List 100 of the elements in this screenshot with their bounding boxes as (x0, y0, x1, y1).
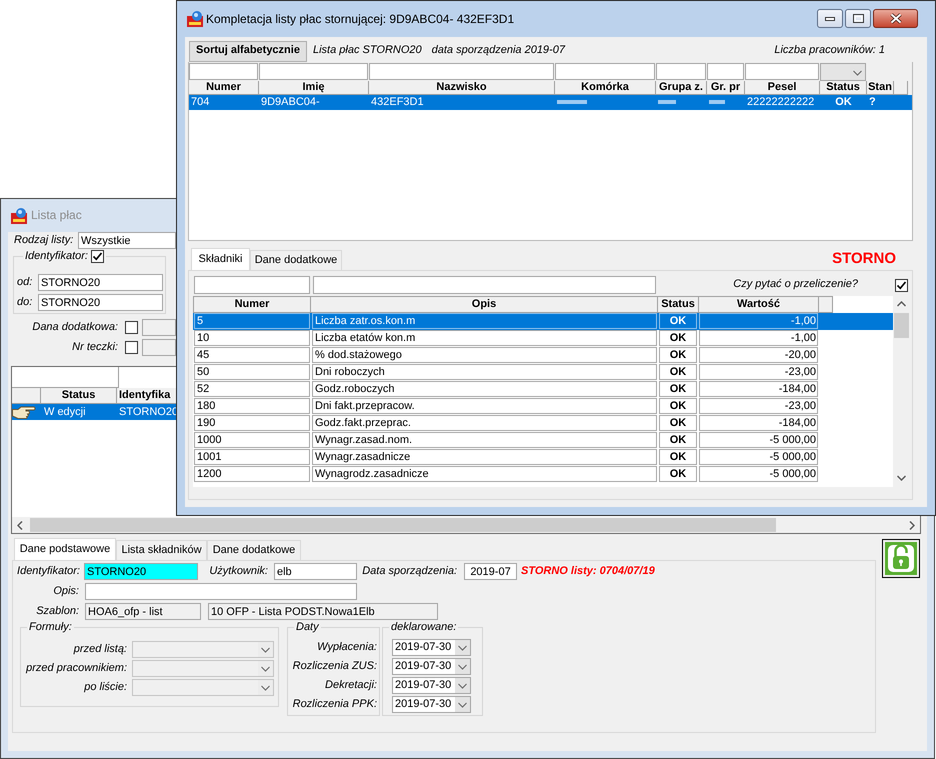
table-row[interactable]: 10 Liczba etatów kon.m OK -1,00 (193, 330, 893, 347)
minimize-icon (825, 16, 835, 20)
dropdown-field[interactable] (820, 63, 866, 81)
table-cell: OK (659, 432, 697, 448)
employee-count: Liczba pracowników: 1 (774, 44, 885, 58)
chevron-down-icon (897, 475, 906, 481)
close-button[interactable] (873, 9, 918, 28)
field-label: Identyfikator: (16, 564, 81, 578)
input-field[interactable]: 2019-07 (464, 563, 517, 580)
column-header[interactable]: Status (41, 388, 117, 404)
checkbox[interactable] (90, 250, 104, 262)
filter-field[interactable] (555, 63, 655, 80)
blurred-text (557, 100, 587, 104)
checkbox[interactable] (895, 278, 908, 292)
table-cell: -184,00 (699, 381, 818, 397)
filter-field[interactable] (194, 276, 310, 294)
group-label: Daty (296, 620, 319, 634)
checkbox[interactable] (125, 321, 138, 334)
filter-field[interactable] (313, 276, 656, 294)
input-field[interactable] (85, 583, 357, 600)
scrollbar-thumb[interactable] (894, 313, 909, 338)
table-cell: 190 (194, 415, 310, 431)
filter-field[interactable] (707, 63, 744, 80)
group-label: deklarowane: (391, 620, 456, 634)
table-row[interactable]: 1000 Wynagr.zasad.nom. OK -5 000,00 (193, 432, 893, 449)
table-cell: -20,00 (699, 347, 818, 363)
table-row[interactable]: 50 Dni roboczych OK -23,00 (193, 364, 893, 381)
column-header[interactable]: Identyfika (117, 388, 176, 404)
table-cell: Godz.fakt.przeprac. (312, 415, 657, 431)
checkbox-label: Czy pytać o przeliczenie? (733, 278, 858, 292)
lock-button[interactable] (882, 539, 920, 578)
chevron-down-icon (455, 697, 470, 712)
column-header[interactable]: Status (658, 296, 699, 313)
table-cell-text: 22222222222 (746, 95, 816, 110)
chevron-down-icon (455, 678, 470, 693)
table-row[interactable]: 1001 Wynagr.zasadnicze OK -5 000,00 (193, 449, 893, 466)
table-cell: Wynagrodz.zasadnicze (312, 466, 657, 482)
input-field[interactable] (142, 339, 176, 356)
chevron-down-icon (455, 640, 470, 655)
storno-note: STORNO listy: 0704/07/19 (521, 564, 655, 578)
table-cell: -5 000,00 (699, 466, 818, 482)
table-row[interactable]: W edycji STORNO20 (12, 404, 176, 420)
table-row[interactable]: 5 Liczba zatr.os.kon.m OK -1,00 (193, 313, 893, 330)
dropdown-field[interactable]: 2019-07-30 (392, 696, 471, 713)
table-cell: OK (659, 381, 697, 397)
input-field[interactable]: elb (274, 563, 357, 580)
table-cell: -5 000,00 (699, 432, 818, 448)
chevron-right-icon (909, 520, 915, 530)
table-row[interactable]: 52 Godz.roboczych OK -184,00 (193, 381, 893, 398)
horizontal-scrollbar[interactable] (12, 517, 920, 533)
field-label: Użytkownik: (208, 564, 268, 578)
filter-field[interactable] (259, 63, 368, 80)
field-label: Rodzaj listy: (14, 234, 74, 248)
close-icon (890, 13, 902, 24)
table-row[interactable]: 704 9D9ABC04- 432EF3D1 22222222222 OK ? (189, 95, 912, 110)
input-field[interactable] (142, 319, 176, 336)
dropdown-field[interactable]: 2019-07-30 (392, 677, 471, 694)
table-row[interactable]: 180 Dni fakt.przepracow. OK -23,00 (193, 398, 893, 415)
input-field[interactable]: STORNO20 (38, 294, 163, 311)
field-label: Opis: (52, 584, 80, 598)
filter-field[interactable] (369, 63, 554, 80)
maximize-button[interactable] (845, 9, 871, 28)
group-label: Identyfikator: (25, 249, 88, 263)
input-field[interactable]: STORNO20 (84, 563, 198, 580)
table-cell: 1001 (194, 449, 310, 465)
table-cell: Liczba zatr.os.kon.m (312, 313, 657, 329)
table-cell: Godz.roboczych (312, 381, 657, 397)
column-header[interactable]: Wartość (699, 296, 819, 313)
table-cell-text: STORNO20 (118, 405, 176, 420)
tab[interactable]: Dane podstawowe (14, 538, 116, 560)
blurred-text (658, 100, 676, 104)
table-cell: OK (659, 449, 697, 465)
column-header[interactable]: Numer (193, 296, 311, 313)
checkbox[interactable] (125, 341, 138, 354)
field-label: przed listą: (72, 642, 127, 656)
table-cell: Dni roboczych (312, 364, 657, 380)
tab[interactable]: Składniki (191, 248, 250, 270)
field-label: Dana dodatkowa: (31, 320, 118, 334)
input-field[interactable]: STORNO20 (38, 274, 163, 291)
table-row[interactable]: 190 Godz.fakt.przeprac. OK -184,00 (193, 415, 893, 432)
table-cell: Liczba etatów kon.m (312, 330, 657, 346)
input-field[interactable]: 10 OFP - Lista PODST.Nowa1Elb (208, 603, 438, 620)
filter-field[interactable] (656, 63, 706, 80)
sort-button[interactable]: Sortuj alfabetycznie (189, 40, 307, 62)
column-header[interactable]: Opis (311, 296, 658, 313)
filter-field[interactable] (189, 63, 258, 80)
input-field[interactable]: HOA6_ofp - list (85, 603, 201, 620)
window-title: Kompletacja listy płac stornującej: 9D9ABC04- 432EF3D1 (206, 12, 514, 26)
scrollbar-thumb[interactable] (30, 518, 776, 532)
table-row[interactable]: 45 % dod.stażowego OK -20,00 (193, 347, 893, 364)
filter-field[interactable] (745, 63, 819, 80)
app-icon (11, 208, 27, 224)
tab[interactable]: Dane dodatkowe (250, 250, 342, 270)
minimize-button[interactable] (817, 9, 843, 28)
table-row[interactable]: 1200 Wynagrodz.zasadnicze OK -5 000,00 (193, 466, 893, 483)
tab[interactable]: Dane dodatkowe (207, 540, 301, 560)
dropdown-field[interactable]: 2019-07-30 (392, 658, 471, 675)
tab[interactable]: Lista składników (116, 540, 207, 560)
input-field[interactable]: Wszystkie (78, 232, 176, 249)
dropdown-field[interactable]: 2019-07-30 (392, 639, 471, 656)
